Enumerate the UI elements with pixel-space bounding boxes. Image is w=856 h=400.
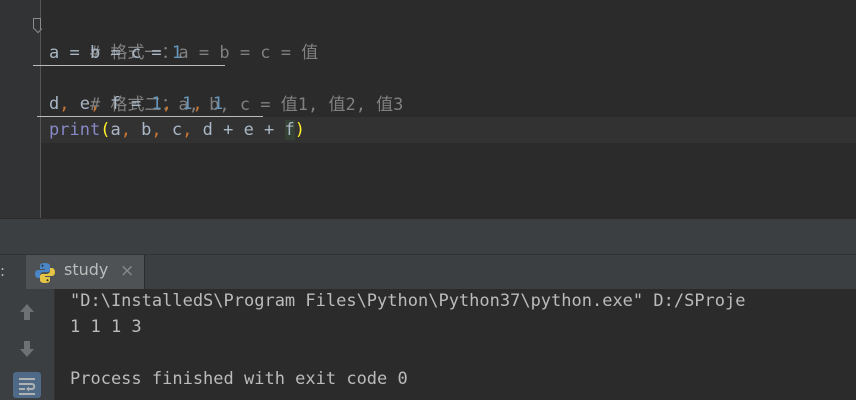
var-c: c	[161, 120, 183, 140]
code-line-5[interactable]: print(a, b, c, d + e + f)	[49, 117, 305, 143]
soft-wrap-icon[interactable]	[13, 372, 41, 398]
builtin-print: print	[49, 120, 101, 140]
console-line-exit: Process finished with exit code 0	[70, 369, 408, 389]
var-c: c	[130, 43, 142, 63]
paren-close: )	[294, 120, 306, 140]
python-icon	[35, 263, 55, 283]
op-assign: =	[120, 94, 152, 114]
tab-title: study	[64, 260, 109, 279]
op-assign: =	[59, 43, 90, 63]
console-line-command: "D:\InstalledS\Program Files\Python\Pyth…	[70, 291, 746, 311]
run-tool-window-header: : study ×	[0, 254, 856, 290]
comma: ,	[161, 94, 172, 114]
console-output[interactable]: "D:\InstalledS\Program Files\Python\Pyth…	[0, 289, 856, 400]
op-assign: =	[100, 43, 131, 63]
code-line-4[interactable]: d, e, f = 1, 1, 1	[49, 91, 223, 117]
op-assign: =	[141, 43, 172, 63]
code-editor[interactable]: # 格式一：a = b = c = 值 a = b = c = 1 # 格式二：…	[0, 0, 856, 218]
var-b: b	[130, 120, 152, 140]
var-e: e	[69, 94, 90, 114]
number-literal: 1	[171, 43, 183, 63]
arrow-down-icon[interactable]	[13, 336, 41, 362]
fold-marker-icon[interactable]	[33, 18, 41, 29]
comma: ,	[59, 94, 70, 114]
expression: d + e +	[192, 120, 285, 140]
paren-open: (	[100, 120, 111, 140]
comma: ,	[192, 94, 203, 114]
panel-splitter[interactable]	[0, 218, 856, 255]
run-label-edge: :	[0, 262, 6, 280]
var-d: d	[49, 94, 60, 114]
comma: ,	[120, 120, 131, 140]
comma: ,	[182, 120, 193, 140]
number-literal: 1	[202, 94, 224, 114]
console-line-output: 1 1 1 3	[70, 317, 142, 337]
code-line-3[interactable]: # 格式二：a, b, c = 值1, 值2, 值3	[49, 66, 403, 115]
var-f: f	[284, 120, 295, 140]
editor-gutter	[0, 0, 41, 218]
var-b: b	[89, 43, 101, 63]
number-literal: 1	[151, 94, 162, 114]
code-line-2[interactable]: a = b = c = 1	[49, 40, 182, 66]
arrow-up-icon[interactable]	[13, 299, 41, 325]
console-toolbar	[0, 289, 55, 400]
close-icon[interactable]: ×	[120, 261, 134, 281]
comma: ,	[151, 120, 162, 140]
code-line-1[interactable]: # 格式一：a = b = c = 值	[49, 14, 318, 63]
comma: ,	[89, 94, 101, 114]
number-literal: 1	[171, 94, 193, 114]
var-a: a	[49, 43, 60, 63]
run-tab-study[interactable]: study ×	[26, 255, 145, 289]
var-a: a	[110, 120, 121, 140]
var-f: f	[100, 94, 121, 114]
